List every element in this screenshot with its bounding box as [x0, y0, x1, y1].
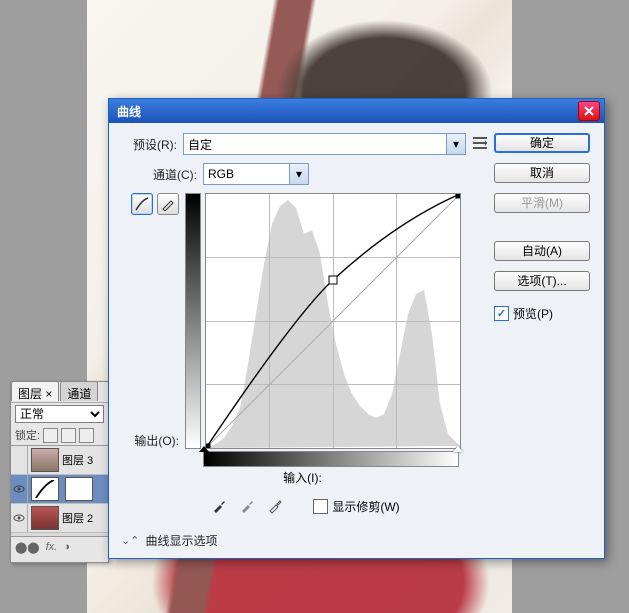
input-gradient[interactable]	[203, 451, 459, 467]
visibility-toggle[interactable]	[11, 446, 28, 474]
layer-item[interactable]: 图层 2	[11, 504, 108, 533]
eyedropper-icon	[267, 498, 283, 514]
chevron-down-icon: ▾	[446, 134, 465, 154]
visibility-toggle[interactable]	[11, 475, 28, 503]
blend-mode-select[interactable]: 正常	[15, 405, 104, 423]
black-point-slider[interactable]	[199, 446, 209, 452]
show-clipping-checkbox[interactable]	[313, 499, 328, 514]
lock-transparent-icon[interactable]	[43, 428, 58, 443]
display-options-expander[interactable]: ⌄⌃ 曲线显示选项	[121, 532, 488, 549]
show-clipping-label: 显示修剪(W)	[332, 498, 399, 515]
cancel-button[interactable]: 取消	[494, 163, 590, 183]
layer-thumbnail[interactable]	[31, 506, 59, 530]
curve-point-mid[interactable]	[329, 276, 338, 285]
curve-line[interactable]	[206, 194, 460, 448]
black-eyedropper[interactable]	[209, 496, 229, 516]
eye-icon	[13, 514, 25, 522]
lock-label: 锁定:	[15, 427, 40, 443]
layer-thumbnail[interactable]	[31, 448, 59, 472]
dialog-title: 曲线	[113, 103, 578, 120]
curve-icon	[135, 197, 149, 211]
visibility-toggle[interactable]	[11, 504, 28, 532]
layers-panel: 图层 × 通道 正常 锁定: 图层 3 图层 2	[10, 381, 109, 563]
link-layers-icon[interactable]: ⬤⬤	[15, 541, 40, 554]
dialog-titlebar[interactable]: 曲线	[109, 99, 604, 123]
layer-name: 图层 2	[62, 510, 93, 526]
eye-icon	[13, 485, 25, 493]
output-label: 输出(O):	[123, 432, 179, 449]
output-gradient	[185, 193, 201, 449]
channel-select[interactable]: RGB ▾	[203, 163, 309, 185]
mask-icon[interactable]: ◑	[63, 541, 70, 553]
display-options-label: 曲线显示选项	[145, 532, 217, 549]
preset-select[interactable]: 自定 ▾	[183, 133, 466, 155]
layers-list: 图层 3 图层 2	[11, 445, 108, 537]
curves-graph[interactable]	[205, 193, 461, 449]
channel-value: RGB	[208, 167, 234, 181]
lock-position-icon[interactable]	[79, 428, 94, 443]
lock-pixels-icon[interactable]	[61, 428, 76, 443]
layer-name: 图层 3	[62, 452, 93, 468]
chevron-down-icon: ▾	[289, 164, 308, 184]
eyedropper-icon	[239, 498, 255, 514]
close-icon	[584, 106, 594, 116]
gray-eyedropper[interactable]	[237, 496, 257, 516]
pencil-icon	[161, 197, 175, 211]
curve-point-highlight[interactable]	[456, 193, 462, 199]
preset-value: 自定	[188, 136, 212, 153]
white-point-slider[interactable]	[453, 446, 463, 452]
smooth-button: 平滑(M)	[494, 193, 590, 213]
layer-item[interactable]	[11, 475, 108, 504]
preset-menu-icon[interactable]	[472, 136, 488, 152]
tab-layers[interactable]: 图层 ×	[11, 381, 59, 401]
close-button[interactable]	[578, 101, 600, 121]
layer-mask-thumbnail[interactable]	[65, 477, 93, 501]
curves-dialog: 曲线 预设(R): 自定 ▾ 通道(C): RGB	[108, 98, 605, 559]
curves-adjustment-thumbnail[interactable]	[31, 477, 59, 501]
input-label: 输入(I):	[283, 469, 322, 486]
eyedropper-icon	[211, 498, 227, 514]
channel-label: 通道(C):	[141, 166, 197, 183]
white-eyedropper[interactable]	[265, 496, 285, 516]
options-button[interactable]: 选项(T)...	[494, 271, 590, 291]
curve-tool-button[interactable]	[131, 193, 153, 215]
tab-channels[interactable]: 通道	[60, 381, 98, 401]
layer-item[interactable]: 图层 3	[11, 446, 108, 475]
chevron-collapse-icon: ⌄⌃	[121, 534, 139, 547]
preview-label: 预览(P)	[513, 305, 553, 322]
auto-button[interactable]: 自动(A)	[494, 241, 590, 261]
ok-button[interactable]: 确定	[494, 133, 590, 153]
fx-icon[interactable]: fx.	[46, 541, 58, 553]
pencil-tool-button[interactable]	[157, 193, 179, 215]
preview-checkbox[interactable]: ✓	[494, 306, 509, 321]
preset-label: 预设(R):	[121, 136, 177, 153]
